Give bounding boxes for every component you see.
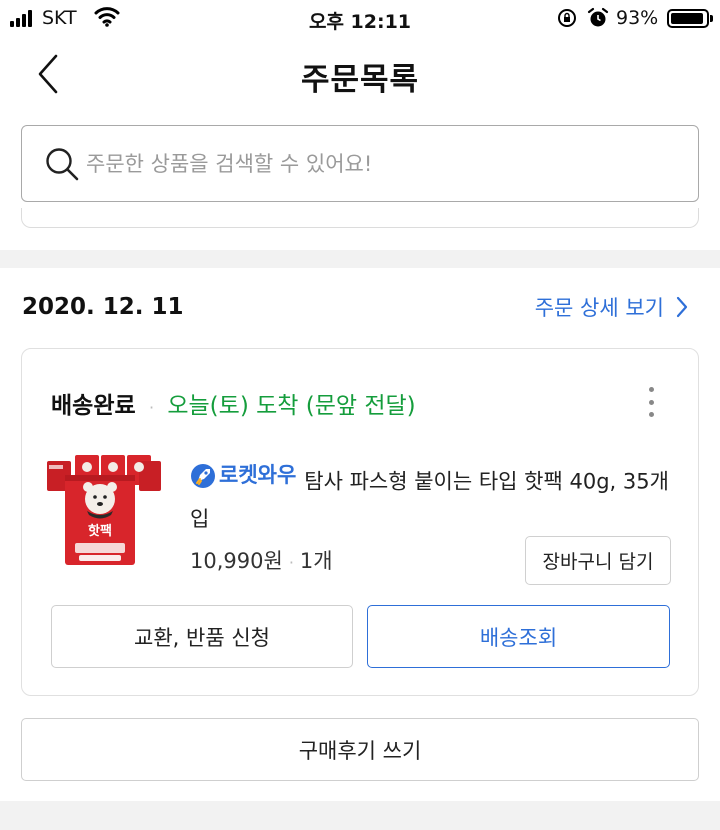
battery-icon [667, 9, 713, 28]
badge-label: 로켓와우 [219, 463, 297, 487]
product-quantity: 1개 [299, 549, 333, 573]
product-info[interactable]: 로켓와우 탐사 파스형 붙이는 타입 핫팩 40g, 35개입 [190, 457, 670, 538]
separator: · [148, 398, 155, 417]
battery-percent: 93% [616, 7, 659, 29]
status-bar: SKT 오후 12:11 93% [0, 0, 720, 38]
write-review-button[interactable]: 구매후기 쓰기 [21, 718, 699, 781]
clock: 오후 12:11 [308, 11, 412, 33]
orientation-lock-icon [558, 9, 576, 27]
order-item-card: 배송완료 · 오늘(토) 도착 (문앞 전달) 핫팩 로켓와우 탐사 파스형 붙… [21, 348, 699, 696]
add-to-cart-button[interactable]: 장바구니 담기 [525, 536, 671, 585]
arrival-info: 오늘(토) 도착 (문앞 전달) [167, 393, 416, 419]
more-options-icon[interactable] [646, 387, 656, 417]
previous-order-card-edge [21, 208, 699, 228]
header: 주문목록 [0, 38, 720, 250]
track-delivery-button[interactable]: 배송조회 [367, 605, 670, 668]
status-label: 배송완료 [51, 393, 136, 419]
chevron-right-icon [676, 296, 688, 318]
order-group: 2020. 12. 11 주문 상세 보기 배송완료 · 오늘(토) 도착 (문… [0, 268, 720, 801]
page-title: 주문목록 [300, 62, 420, 98]
order-detail-label: 주문 상세 보기 [534, 296, 664, 320]
price-row: 10,990원 · 1개 [190, 545, 333, 575]
rocket-icon [191, 463, 215, 488]
separator: · [288, 553, 294, 572]
order-date: 2020. 12. 11 [22, 294, 184, 320]
rocket-wow-badge: 로켓와우 [190, 457, 296, 494]
product-price: 10,990원 [190, 549, 283, 573]
alarm-icon [587, 7, 609, 27]
product-image-text: 핫팩 [88, 523, 112, 539]
order-detail-link[interactable]: 주문 상세 보기 [535, 292, 688, 322]
exchange-return-button[interactable]: 교환, 반품 신청 [51, 605, 353, 668]
search-box[interactable] [21, 125, 699, 202]
search-input[interactable] [86, 144, 666, 184]
search-icon [46, 148, 79, 181]
delivery-status: 배송완료 · 오늘(토) 도착 (문앞 전달) [51, 386, 416, 420]
product-image[interactable]: 핫팩 [45, 451, 163, 567]
